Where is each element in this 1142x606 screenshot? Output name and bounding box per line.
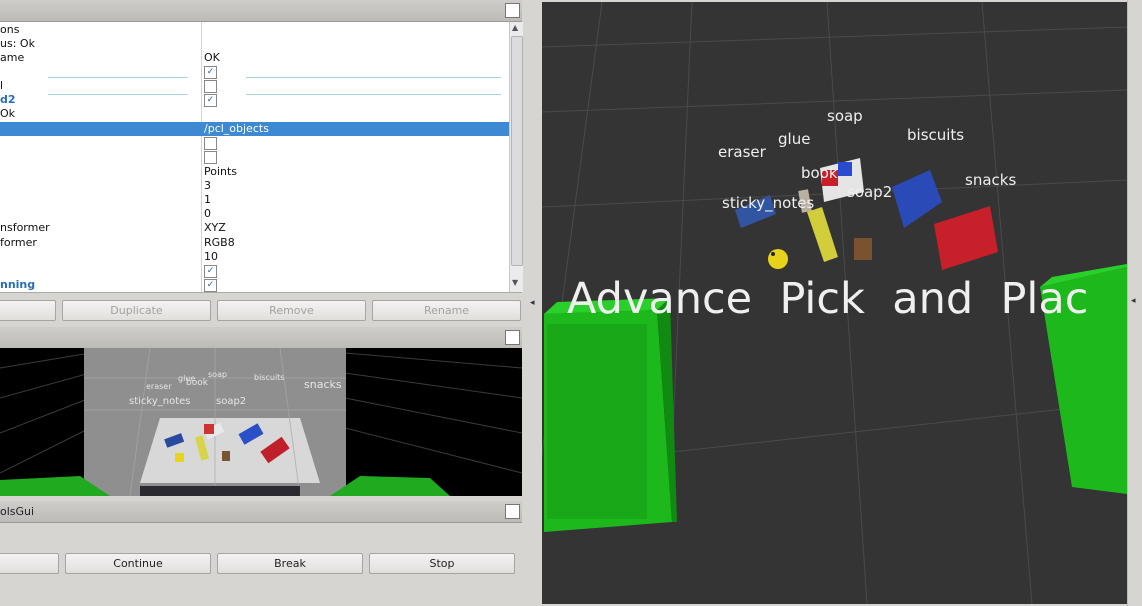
right-dock-edge: ◂ (1127, 0, 1142, 606)
tree-row[interactable]: d2 ✓ (0, 93, 509, 107)
tree-row[interactable]: ✓ (0, 65, 509, 79)
camera-scene: eraser glue book soap biscuits snacks st… (0, 348, 522, 496)
splitter-left-icon[interactable]: ◂ (530, 298, 535, 308)
main-3d-viewport[interactable]: soap glue eraser biscuits book snacks st… (542, 2, 1127, 604)
tree-row[interactable]: nning ✓ (0, 278, 509, 292)
object-label: soap (827, 107, 863, 125)
object-label: book (801, 164, 838, 182)
splitter-right-icon[interactable]: ◂ (1131, 296, 1136, 306)
next-button[interactable] (0, 553, 59, 574)
object-label: soap (208, 370, 227, 379)
tree-row[interactable]: Points (0, 165, 509, 179)
tree-row[interactable] (0, 136, 509, 150)
undock-checkbox[interactable] (505, 330, 520, 345)
tree-row[interactable]: ✓ (0, 264, 509, 278)
tree-row[interactable]: nsformer XYZ (0, 221, 509, 235)
tree-row[interactable]: us: Ok (0, 37, 509, 51)
enable-checkbox[interactable]: ✓ (204, 94, 217, 107)
continue-button[interactable]: Continue (65, 553, 211, 574)
tree-row[interactable]: 1 (0, 193, 509, 207)
enable-checkbox[interactable]: ✓ (204, 66, 217, 79)
object-label: snacks (304, 378, 342, 391)
duplicate-button[interactable]: Duplicate (62, 300, 211, 321)
object-label: sticky_notes (722, 194, 814, 213)
object-label: biscuits (254, 373, 284, 382)
object-label: eraser (146, 382, 172, 391)
object-label: book (186, 378, 209, 388)
object-label: snacks (965, 171, 1016, 189)
banner-text: Advance Pick and Plac (567, 274, 1088, 324)
displays-title-bar (0, 0, 522, 22)
tree-row[interactable]: ons (0, 23, 509, 37)
tree-row[interactable]: 0 (0, 207, 509, 221)
add-button[interactable] (0, 300, 56, 321)
tree-row[interactable]: l (0, 79, 509, 93)
enable-checkbox[interactable]: ✓ (204, 279, 217, 292)
object-label: biscuits (907, 126, 964, 144)
displays-tree[interactable]: ons us: Ok ame OK ✓ l d2 ✓ Ok /pcl_objects… (0, 22, 522, 293)
tree-row[interactable]: ame OK (0, 51, 509, 65)
enable-checkbox[interactable]: ✓ (204, 265, 217, 278)
tree-row[interactable]: 10 (0, 250, 509, 264)
scroll-up-icon[interactable]: ▲ (512, 23, 518, 32)
remove-button[interactable]: Remove (217, 300, 366, 321)
enable-checkbox[interactable] (204, 137, 217, 150)
tools-title-bar: olsGui (0, 501, 522, 523)
tree-row-selected[interactable]: /pcl_objects (0, 122, 509, 136)
object-label: eraser (718, 143, 767, 161)
camera-title-bar (0, 327, 522, 349)
scene: soap glue eraser biscuits book snacks st… (542, 2, 1127, 604)
tree-scrollbar[interactable]: ▲ ▼ (509, 22, 523, 292)
break-button[interactable]: Break (217, 553, 363, 574)
object-label: soap2 (847, 183, 892, 201)
tree-row[interactable]: former RGB8 (0, 236, 509, 250)
tree-row[interactable]: Ok (0, 107, 509, 121)
tree-row[interactable] (0, 150, 509, 164)
scroll-thumb[interactable] (511, 36, 523, 266)
scroll-down-icon[interactable]: ▼ (512, 278, 518, 287)
stop-button[interactable]: Stop (369, 553, 515, 574)
panel-title: olsGui (0, 505, 35, 518)
object-label: sticky_notes (129, 396, 191, 407)
camera-viewport[interactable]: eraser glue book soap biscuits snacks st… (0, 348, 522, 496)
object-label: glue (778, 130, 810, 148)
undock-checkbox[interactable] (505, 504, 520, 519)
object-label: soap2 (216, 396, 246, 407)
enable-checkbox[interactable] (204, 80, 217, 93)
rename-button[interactable]: Rename (372, 300, 521, 321)
undock-checkbox[interactable] (505, 3, 520, 18)
enable-checkbox[interactable] (204, 151, 217, 164)
tree-row[interactable]: 3 (0, 179, 509, 193)
